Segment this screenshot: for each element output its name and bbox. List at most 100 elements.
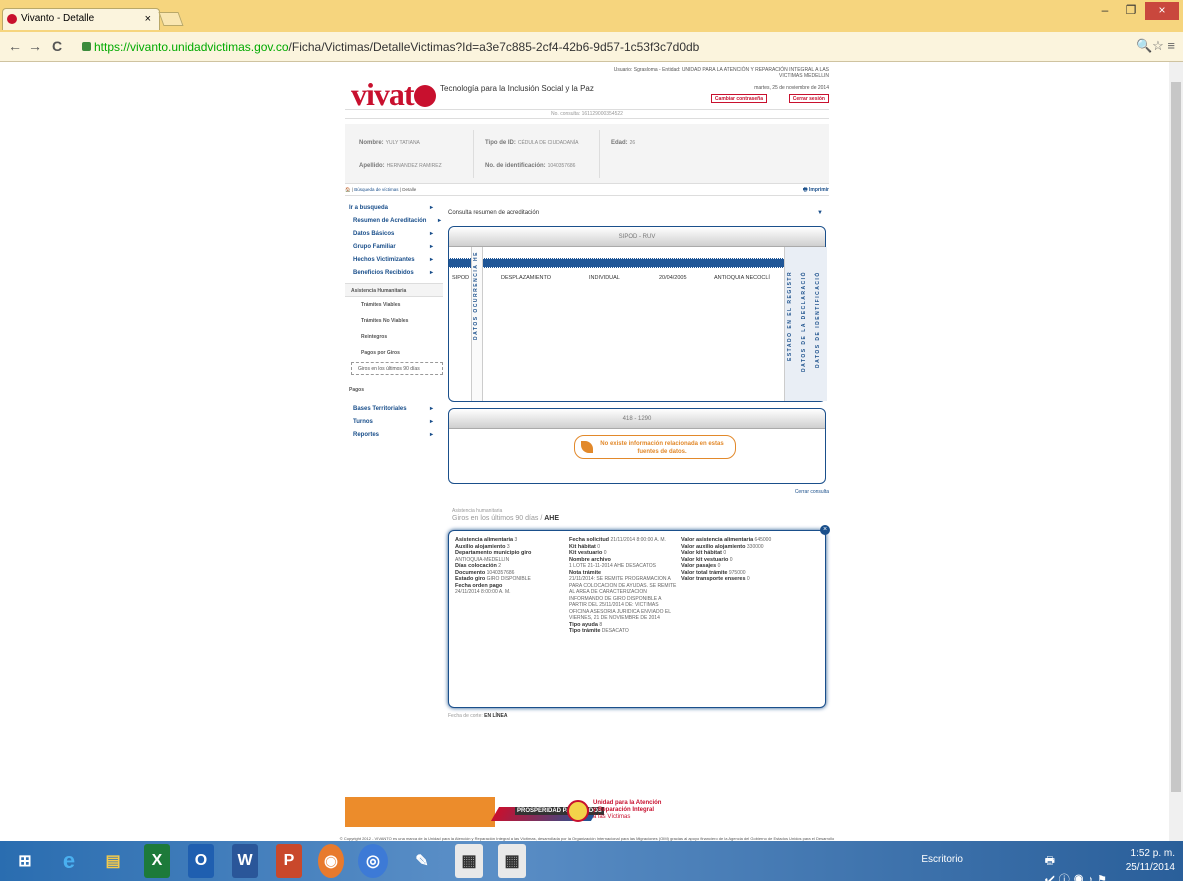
file-explorer-icon[interactable]: ▤ [96,844,130,878]
change-password-button[interactable]: Cambiar contraseña [710,94,767,103]
menu-resumen-acreditacion[interactable]: Resumen de Acreditación ▸ [345,215,443,228]
footer-banner: PROSPERIDAD PARA TODOS Unidad para la At… [345,797,829,827]
excel-icon[interactable]: X [144,844,170,878]
num-id-value: 1040357686 [547,163,576,169]
minimize-button[interactable]: – [1093,2,1117,20]
side-menu: Ir a busqueda ▸ Resumen de Acreditación ▸ … [345,202,443,442]
toolbar-icons[interactable]: 🔍☆ ≡ [1136,38,1175,54]
cell-fecha: 20/04/2005 [659,275,687,281]
chevron-right-icon: ▸ [437,218,441,224]
lock-icon [82,42,91,51]
escritorio-label[interactable]: Escritorio [921,854,963,865]
user-info: Usuario: Sgrasloma - Entidad: UNIDAD PAR… [613,67,829,79]
chevron-right-icon: ▸ [429,270,433,276]
print-button[interactable]: 🖶 Imprimir [803,187,829,195]
url-host: https://vivanto.unidadvictimas.gov.co [94,40,289,54]
calc-app-icon[interactable]: ▦ [455,844,483,878]
paint-icon[interactable]: ✎ [405,844,439,878]
no-data-message: No existe información relacionada en est… [574,435,736,459]
chevron-right-icon: ▸ [429,205,433,211]
home-icon[interactable]: 🏠 [345,187,351,192]
menu-tramites-viables[interactable]: Trámites Viables [345,297,443,313]
apellido-value: HERNANDEZ RAMIREZ [386,163,442,169]
menu-datos-basicos[interactable]: Datos Básicos ▸ [345,228,443,241]
menu-giros-90-dias[interactable]: Giros en los últimos 90 días [351,362,443,375]
chrome-icon[interactable]: ◎ [358,844,388,878]
menu-grupo-familiar[interactable]: Grupo Familiar ▸ [345,241,443,254]
fecha-corte: Fecha de corte: EN LÍNEA [448,713,508,719]
tagline: Tecnología para la Inclusión Social y la… [440,84,594,93]
prosperidad-logo: PROSPERIDAD PARA TODOS [515,807,604,815]
window-close-button[interactable]: × [1145,2,1179,20]
ahe-col3: Valor asistencia alimentaria 645000 Valo… [681,537,772,582]
tab-close-button[interactable]: × [145,9,151,29]
menu-reintegros[interactable]: Reintegros [345,329,443,345]
logo-circle-icon [413,85,436,107]
ahe-col2: Fecha solicitud 21/11/2014 8:00:00 A. M.… [569,537,677,634]
logo-text: viva [351,76,405,112]
edad-label: Edad: [611,140,628,146]
tipo-id-label: Tipo de ID: [485,140,516,146]
sipod-panel-title: SIPOD - RUV [449,227,825,247]
breadcrumb-busqueda[interactable]: Búsqueda de víctimas [354,187,398,192]
menu-bases-territoriales[interactable]: Bases Territoriales ▸ [345,403,443,416]
new-tab-button[interactable] [158,12,184,26]
menu-turnos[interactable]: Turnos ▸ [345,416,443,429]
scrollbar[interactable] [1169,62,1183,841]
maximize-button[interactable]: ❐ [1119,2,1143,20]
internet-explorer-icon[interactable]: e [52,844,86,878]
vert-label-ocurrencia: DATOS OCURRENCIA HE [473,251,479,340]
forward-button[interactable]: → [28,38,42,54]
chevron-right-icon: ▸ [429,406,433,412]
powerpoint-icon[interactable]: P [276,844,302,878]
close-icon[interactable]: × [820,525,830,535]
close-consult-link[interactable]: Cerrar consulta [795,489,829,495]
menu-reportes[interactable]: Reportes ▸ [345,429,443,442]
vivanto-page: vivat Tecnología para la Inclusión Socia… [340,62,834,846]
chevron-right-icon: ▸ [429,432,433,438]
ahe-small-header: Asistencia humanitaria [452,508,503,514]
url-path: /Ficha/Victimas/DetalleVictimas?Id=a3e7c… [288,40,700,54]
clock[interactable]: 1:52 p. m. 25/11/2014 [1126,847,1175,875]
word-icon[interactable]: W [232,844,258,878]
cell-lugar: ANTIOQUIA NECOCLÍ [714,275,770,281]
menu-hechos-victimizantes[interactable]: Hechos Victimizantes ▸ [345,254,443,267]
breadcrumb: 🏠 | Búsqueda de víctimas | Detalle [345,184,829,196]
vivanto-logo: vivat [351,76,436,113]
menu-tramites-no-viables[interactable]: Trámites No Viables [345,313,443,329]
calc-app-icon-2[interactable]: ▦ [498,844,526,878]
vivanto-favicon-icon [7,14,17,24]
num-id-label: No. de identificación: [485,163,546,169]
clock-time: 1:52 p. m. [1130,848,1175,859]
menu-beneficios-recibidos[interactable]: Beneficios Recibidos ▸ [345,267,443,280]
chevron-right-icon: ▸ [429,231,433,237]
scrollbar-thumb[interactable] [1171,82,1181,792]
window-controls: – ❐ × [1093,2,1179,20]
back-button[interactable]: ← [8,38,22,54]
tray-icons[interactable]: 🖶✔ⓘ◉♪⚑ [1045,852,1111,890]
menu-pagos-por-giros[interactable]: Pagos por Giros [345,345,443,361]
cell-fuente: SIPOD [452,275,470,281]
ahe-detail-box: × Asistencia alimentaria 3 Auxilio aloja… [448,525,830,708]
menu-subheader-asistencia: Asistencia Humanitaria [345,283,443,297]
ahe-col1: Asistencia alimentaria 3 Auxilio alojami… [455,537,532,595]
collapse-arrow-icon[interactable]: ▼ [817,210,823,216]
unidad-victimas-logo: Unidad para la Atención y Reparación Inte… [593,800,662,820]
address-bar[interactable]: https://vivanto.unidadvictimas.gov.co/Fi… [82,38,699,56]
table-header [449,258,784,268]
chevron-right-icon: ▸ [429,419,433,425]
app-icon[interactable]: ◉ [318,844,344,878]
vert-label-identificacion: DATOS DE IDENTIFICACIÓ [815,271,821,368]
chevron-right-icon: ▸ [429,257,433,263]
outlook-icon[interactable]: O [188,844,214,878]
vert-label-estado: ESTADO EN EL REGISTR [787,271,793,362]
tipo-id-value: CÉDULA DE CIUDADANÍA [517,140,579,146]
menu-ir-busqueda[interactable]: Ir a busqueda ▸ [345,202,443,215]
menu-pagos[interactable]: Pagos [345,383,443,397]
browser-tab[interactable]: Vivanto - Detalle × [2,8,160,30]
chevron-right-icon: ▸ [429,244,433,250]
reload-button[interactable]: C [52,38,62,54]
logout-button[interactable]: Cerrar sesión [788,94,829,103]
consult-number: No. consulta: 161129000354522 [345,109,829,119]
windows-start-icon[interactable]: ⊞ [8,844,42,878]
